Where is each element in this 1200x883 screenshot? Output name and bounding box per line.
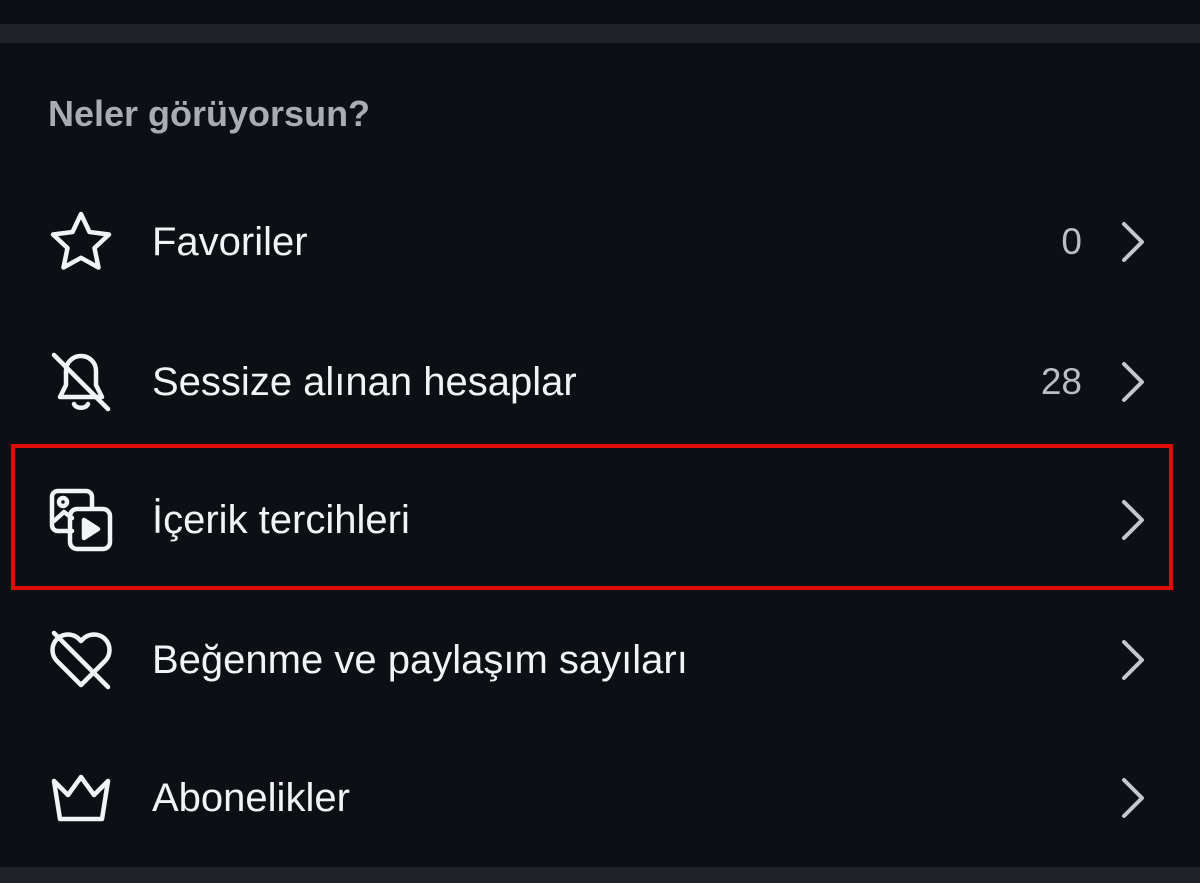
settings-screen: Neler görüyorsun? Favoriler 0 Sessize al…: [0, 0, 1200, 883]
menu-item-muted-accounts[interactable]: Sessize alınan hesaplar 28: [0, 322, 1200, 442]
chevron-right-icon: [1112, 774, 1152, 822]
menu-item-subscriptions[interactable]: Abonelikler: [0, 738, 1200, 858]
chevron-right-icon: [1112, 496, 1152, 544]
top-strip: [0, 0, 1200, 24]
menu-item-label: İçerik tercihleri: [152, 498, 410, 542]
bell-off-icon: [46, 347, 116, 417]
media-content-icon: [46, 485, 116, 555]
menu-item-label: Sessize alınan hesaplar: [152, 360, 577, 404]
star-icon: [46, 207, 116, 277]
menu-item-favorites[interactable]: Favoriler 0: [0, 182, 1200, 302]
heart-off-icon: [46, 625, 116, 695]
crown-icon: [46, 763, 116, 833]
chevron-right-icon: [1112, 218, 1152, 266]
chevron-right-icon: [1112, 636, 1152, 684]
section-divider-bottom: [0, 867, 1200, 883]
menu-item-content-preferences[interactable]: İçerik tercihleri: [0, 460, 1200, 580]
menu-item-label: Favoriler: [152, 220, 308, 264]
section-title: Neler görüyorsun?: [48, 93, 371, 134]
chevron-right-icon: [1112, 358, 1152, 406]
menu-item-label: Beğenme ve paylaşım sayıları: [152, 638, 688, 682]
muted-accounts-count: 28: [1040, 361, 1082, 402]
menu-item-like-share-counts[interactable]: Beğenme ve paylaşım sayıları: [0, 600, 1200, 720]
menu-item-label: Abonelikler: [152, 776, 350, 820]
section-divider-top: [0, 24, 1200, 43]
favorites-count: 0: [1061, 221, 1082, 262]
